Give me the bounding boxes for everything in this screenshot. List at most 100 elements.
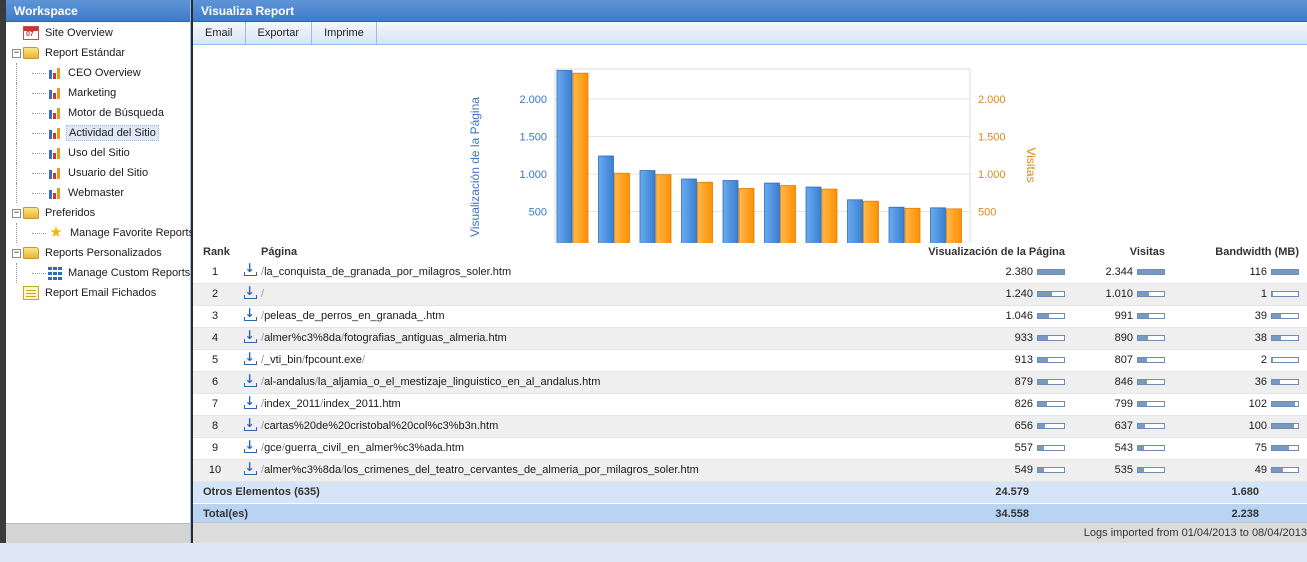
sidebar-item-manage-favorite-reports[interactable]: ★ Manage Favorite Reports xyxy=(6,223,194,243)
views-bar-5[interactable] xyxy=(722,180,739,250)
print-button[interactable]: Imprime xyxy=(312,22,377,44)
y2-tick-label: 1.500 xyxy=(978,132,1006,144)
visits-bar-8[interactable] xyxy=(863,200,879,250)
views-bar-1[interactable] xyxy=(556,70,573,250)
table-row[interactable]: 5/_vti_bin/fpcount.exe/9138072 xyxy=(193,349,1307,372)
col-bandwidth-header[interactable]: Bandwidth (MB) xyxy=(1169,243,1307,261)
sidebar-item-actividad-del-sitio[interactable]: Actividad del Sitio xyxy=(6,123,190,143)
views-bar-indicator xyxy=(1037,291,1065,298)
col-visits-header[interactable]: Visitas xyxy=(1069,243,1169,261)
col-rank-header[interactable]: Rank xyxy=(193,243,237,261)
bar-chart-icon xyxy=(48,146,62,160)
sidebar-item-manage-custom-reports[interactable]: Manage Custom Reports xyxy=(6,263,190,283)
tree-expander[interactable]: − xyxy=(12,208,21,218)
table-row[interactable]: 3/peleas_de_perros_en_granada_.htm 1.046 9… xyxy=(193,305,1307,328)
views-value: 879 xyxy=(1014,376,1033,388)
page-link[interactable]: / xyxy=(261,283,889,306)
visits-bar-indicator xyxy=(1137,291,1165,298)
visits-bar-9[interactable] xyxy=(904,207,921,250)
table-row[interactable]: 2 / 1.240 1.010 1 xyxy=(193,283,1307,306)
visits-bar-5[interactable] xyxy=(738,188,755,250)
views-bar-2[interactable] xyxy=(598,155,614,250)
path-segment: _vti_bin xyxy=(264,354,302,366)
visits-bar-3[interactable] xyxy=(655,174,672,250)
views-bar-8[interactable] xyxy=(847,199,863,250)
sidebar-item-motor-de-b-squeda[interactable]: Motor de Búsqueda xyxy=(6,103,190,123)
views-value: 933 xyxy=(1014,332,1033,344)
visits-bar-10[interactable] xyxy=(946,208,962,250)
sidebar-item-reports-personalizados[interactable]: − Reports Personalizados xyxy=(6,243,190,263)
views-bar-9[interactable] xyxy=(888,206,905,250)
page-link[interactable]: /al-andalus/la_aljamia_o_el_mestizaje_li… xyxy=(261,371,889,394)
page-link[interactable]: /cartas%20de%20cristobal%20col%c3%b3n.ht… xyxy=(261,415,889,438)
others-bandwidth: 1.680 xyxy=(1169,481,1307,504)
page-link[interactable]: /peleas_de_perros_en_granada_.htm xyxy=(261,305,889,328)
views-bar-4[interactable] xyxy=(681,178,697,250)
download-icon[interactable] xyxy=(243,438,257,453)
visits-bar-1[interactable] xyxy=(572,72,589,250)
download-icon[interactable] xyxy=(243,394,257,409)
visits-bar-2[interactable] xyxy=(614,172,630,250)
download-icon[interactable] xyxy=(243,284,257,299)
rank-cell: 5 xyxy=(193,349,237,372)
visits-bar-indicator xyxy=(1137,423,1165,430)
download-icon[interactable] xyxy=(243,416,257,431)
table-row[interactable]: 4/almer%c3%8da/fotografias_antiguas_alme… xyxy=(193,327,1307,350)
table-row[interactable]: 7/index_2011/index_2011.htm 826 799 102 xyxy=(193,393,1307,416)
bandwidth-bar-indicator xyxy=(1271,401,1299,408)
sidebar-item-uso-del-sitio[interactable]: Uso del Sitio xyxy=(6,143,190,163)
y2-tick-label: 500 xyxy=(978,207,996,219)
y2-tick-label: 1.000 xyxy=(978,169,1006,181)
table-row[interactable]: 10/almer%c3%8da/los_crimenes_del_teatro_… xyxy=(193,459,1307,482)
sidebar-item-ceo-overview[interactable]: CEO Overview xyxy=(6,63,190,83)
col-page-header[interactable]: Página xyxy=(261,243,889,261)
page-link[interactable]: /_vti_bin/fpcount.exe/ xyxy=(261,349,889,372)
table-row[interactable]: 9/gce/guerra_civil_en_almer%c3%ada.htm 55… xyxy=(193,437,1307,460)
path-segment: index_2011.htm xyxy=(323,398,401,410)
visits-bar-4[interactable] xyxy=(697,181,713,250)
page-link[interactable]: /almer%c3%8da/fotografias_antiguas_almer… xyxy=(261,327,889,350)
views-bar-7[interactable] xyxy=(805,186,822,250)
sidebar-item-report-email-fichados[interactable]: Report Email Fichados xyxy=(6,283,190,303)
download-icon[interactable] xyxy=(243,261,257,277)
sidebar-item-usuario-del-sitio[interactable]: Usuario del Sitio xyxy=(6,163,190,183)
sidebar-item-preferidos[interactable]: − Preferidos xyxy=(6,203,190,223)
download-icon[interactable] xyxy=(243,306,257,321)
download-icon[interactable] xyxy=(243,372,257,387)
sidebar-item-webmaster[interactable]: Webmaster xyxy=(6,183,190,203)
download-icon[interactable] xyxy=(243,328,257,343)
table-row[interactable]: 1/la_conquista_de_granada_por_milagros_s… xyxy=(193,261,1307,284)
views-bar-indicator xyxy=(1037,401,1065,408)
download-icon[interactable] xyxy=(243,460,257,475)
download-icon[interactable] xyxy=(243,350,257,365)
sidebar-item-report-est-ndar[interactable]: − Report Estándar xyxy=(6,43,190,63)
views-bar-10[interactable] xyxy=(930,207,946,250)
views-bar-3[interactable] xyxy=(639,170,656,250)
views-bar-6[interactable] xyxy=(764,182,780,250)
tree-expander[interactable]: − xyxy=(12,248,21,258)
path-segment: index_2011 xyxy=(264,398,321,410)
page-link[interactable]: /index_2011/index_2011.htm xyxy=(261,393,889,416)
visits-bar-7[interactable] xyxy=(821,188,838,250)
visits-bar-6[interactable] xyxy=(780,185,796,250)
table-row[interactable]: 8/cartas%20de%20cristobal%20col%c3%b3n.h… xyxy=(193,415,1307,438)
bandwidth-value: 100 xyxy=(1248,420,1267,432)
path-segment: guerra_civil_en_almer%c3%ada.htm xyxy=(284,442,465,454)
page-link[interactable]: /gce/guerra_civil_en_almer%c3%ada.htm xyxy=(261,437,889,460)
email-button[interactable]: Email xyxy=(193,22,246,44)
bandwidth-bar-indicator xyxy=(1271,335,1299,342)
export-button[interactable]: Exportar xyxy=(246,22,313,44)
col-views-header[interactable]: Visualización de la Página xyxy=(889,243,1069,261)
sidebar-item-site-overview[interactable]: 07 Site Overview xyxy=(6,23,190,43)
table-row[interactable]: 6/al-andalus/la_aljamia_o_el_mestizaje_l… xyxy=(193,371,1307,394)
y-axis-label: Visualización de la Página xyxy=(468,97,482,237)
y2-axis-label: Visitas xyxy=(1024,147,1038,182)
bandwidth-bar-indicator xyxy=(1271,357,1299,364)
tree-expander[interactable]: − xyxy=(12,48,21,58)
page-link[interactable]: /la_conquista_de_granada_por_milagros_so… xyxy=(261,261,889,284)
sidebar-item-marketing[interactable]: Marketing xyxy=(6,83,190,103)
bar-chart-icon xyxy=(48,126,62,140)
y-tick-label: 1.000 xyxy=(519,169,547,181)
page-link[interactable]: /almer%c3%8da/los_crimenes_del_teatro_ce… xyxy=(261,459,889,482)
table-body: 1/la_conquista_de_granada_por_milagros_s… xyxy=(193,261,1307,482)
